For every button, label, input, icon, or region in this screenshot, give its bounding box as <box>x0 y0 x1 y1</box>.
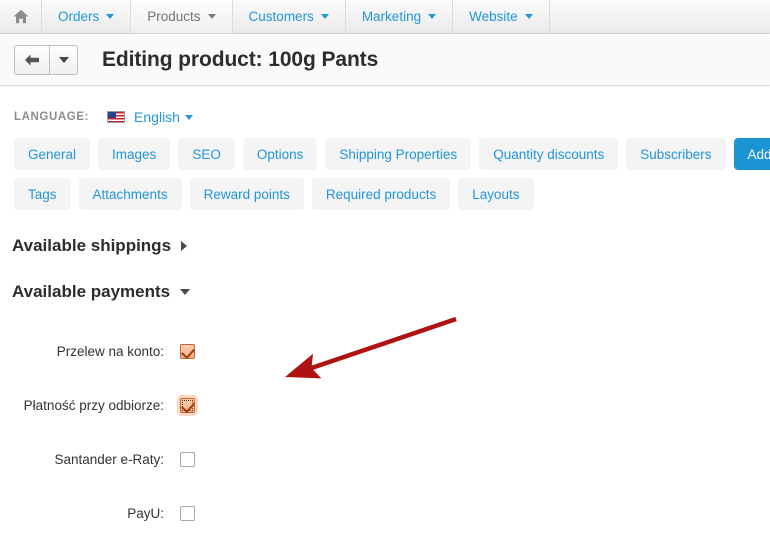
top-navigation-bar: Orders Products Customers Marketing Webs… <box>0 0 770 34</box>
chevron-down-icon <box>320 14 329 19</box>
chevron-down-icon <box>428 14 437 19</box>
payment-row: Przelew na konto: <box>0 324 770 378</box>
page-header: Editing product: 100g Pants <box>0 34 770 86</box>
triangle-down-icon <box>180 289 191 295</box>
product-tabs: General Images SEO Options Shipping Prop… <box>0 132 770 210</box>
tab-seo[interactable]: SEO <box>178 138 235 170</box>
tab-label: Quantity discounts <box>493 146 605 162</box>
triangle-right-icon <box>181 241 188 251</box>
tab-row-primary: General Images SEO Options Shipping Prop… <box>14 138 770 170</box>
nav-item-label: Orders <box>58 9 100 24</box>
back-arrow-icon <box>25 54 39 65</box>
section-title: Available payments <box>12 282 171 301</box>
payment-label: PayU: <box>127 505 164 521</box>
nav-item-marketing[interactable]: Marketing <box>346 0 454 33</box>
tab-label: General <box>28 146 77 162</box>
payment-row: Santander e-Raty: <box>0 432 770 486</box>
payment-checkbox-platnosc-przy-odbiorze[interactable] <box>180 397 195 413</box>
payment-checkbox-payu[interactable] <box>180 505 195 521</box>
section-available-shippings[interactable]: Available shippings <box>12 236 188 256</box>
section-available-payments[interactable]: Available payments <box>12 282 191 302</box>
tab-row-secondary: Tags Attachments Reward points Required … <box>14 178 770 210</box>
chevron-down-icon <box>106 14 115 19</box>
tab-label: Required products <box>325 186 437 202</box>
tab-label: Options <box>256 146 304 162</box>
tab-general[interactable]: General <box>14 138 91 170</box>
payment-row: PayU: <box>0 486 770 540</box>
chevron-down-icon <box>524 14 533 19</box>
nav-item-orders[interactable]: Orders <box>42 0 132 33</box>
payment-checkbox-przelew-na-konto[interactable] <box>180 343 195 359</box>
chevron-down-icon <box>207 14 216 19</box>
payment-checkbox-santander-e-raty[interactable] <box>180 451 195 467</box>
payment-label: Płatność przy odbiorze: <box>23 397 164 413</box>
tab-label: Reward points <box>203 186 290 202</box>
back-button[interactable] <box>14 44 50 75</box>
language-selector-bar: LANGUAGE: English <box>0 86 770 132</box>
payment-methods-list: Przelew na konto: Płatność przy odbiorze… <box>0 324 770 540</box>
tab-attachments[interactable]: Attachments <box>78 178 182 210</box>
nav-item-label: Marketing <box>361 9 422 24</box>
header-button-group <box>14 44 78 75</box>
home-icon <box>13 9 28 24</box>
tab-label: Subscribers <box>640 146 712 162</box>
nav-item-products[interactable]: Products <box>130 0 233 33</box>
us-flag-icon <box>107 110 126 123</box>
language-label: LANGUAGE: <box>14 110 90 123</box>
back-dropdown-button[interactable] <box>50 44 78 75</box>
tab-options[interactable]: Options <box>242 138 318 170</box>
nav-item-customers[interactable]: Customers <box>233 0 346 33</box>
tab-tags[interactable]: Tags <box>14 178 71 210</box>
section-title: Available shippings <box>12 236 172 255</box>
payment-label: Przelew na konto: <box>56 343 164 359</box>
tab-quantity-discounts[interactable]: Quantity discounts <box>479 138 619 170</box>
tab-label: Layouts <box>472 186 520 202</box>
language-selected-value: English <box>134 108 180 125</box>
tab-add-ons[interactable]: Add-ons <box>733 138 770 170</box>
payment-label: Santander e-Raty: <box>54 451 164 467</box>
home-button[interactable] <box>0 0 42 33</box>
tab-label: Shipping Properties <box>339 146 458 162</box>
tab-subscribers[interactable]: Subscribers <box>626 138 726 170</box>
tab-label: Add-ons <box>747 146 770 162</box>
tab-reward-points[interactable]: Reward points <box>189 178 304 210</box>
tab-label: Attachments <box>92 186 168 202</box>
tab-layouts[interactable]: Layouts <box>458 178 534 210</box>
nav-item-label: Customers <box>248 9 314 24</box>
chevron-down-icon <box>184 115 193 121</box>
caret-down-icon <box>58 56 69 63</box>
nav-item-website[interactable]: Website <box>453 0 550 33</box>
nav-item-label: Website <box>469 9 518 24</box>
tab-label: Tags <box>28 186 57 202</box>
tab-label: SEO <box>192 146 221 162</box>
tab-images[interactable]: Images <box>98 138 171 170</box>
page-title: Editing product: 100g Pants <box>102 47 379 71</box>
tab-label: Images <box>112 146 157 162</box>
tab-shipping-properties[interactable]: Shipping Properties <box>325 138 472 170</box>
payment-row: Płatność przy odbiorze: <box>0 378 770 432</box>
tab-required-products[interactable]: Required products <box>311 178 451 210</box>
nav-item-label: Products <box>147 9 201 24</box>
language-dropdown[interactable]: English <box>134 109 193 125</box>
